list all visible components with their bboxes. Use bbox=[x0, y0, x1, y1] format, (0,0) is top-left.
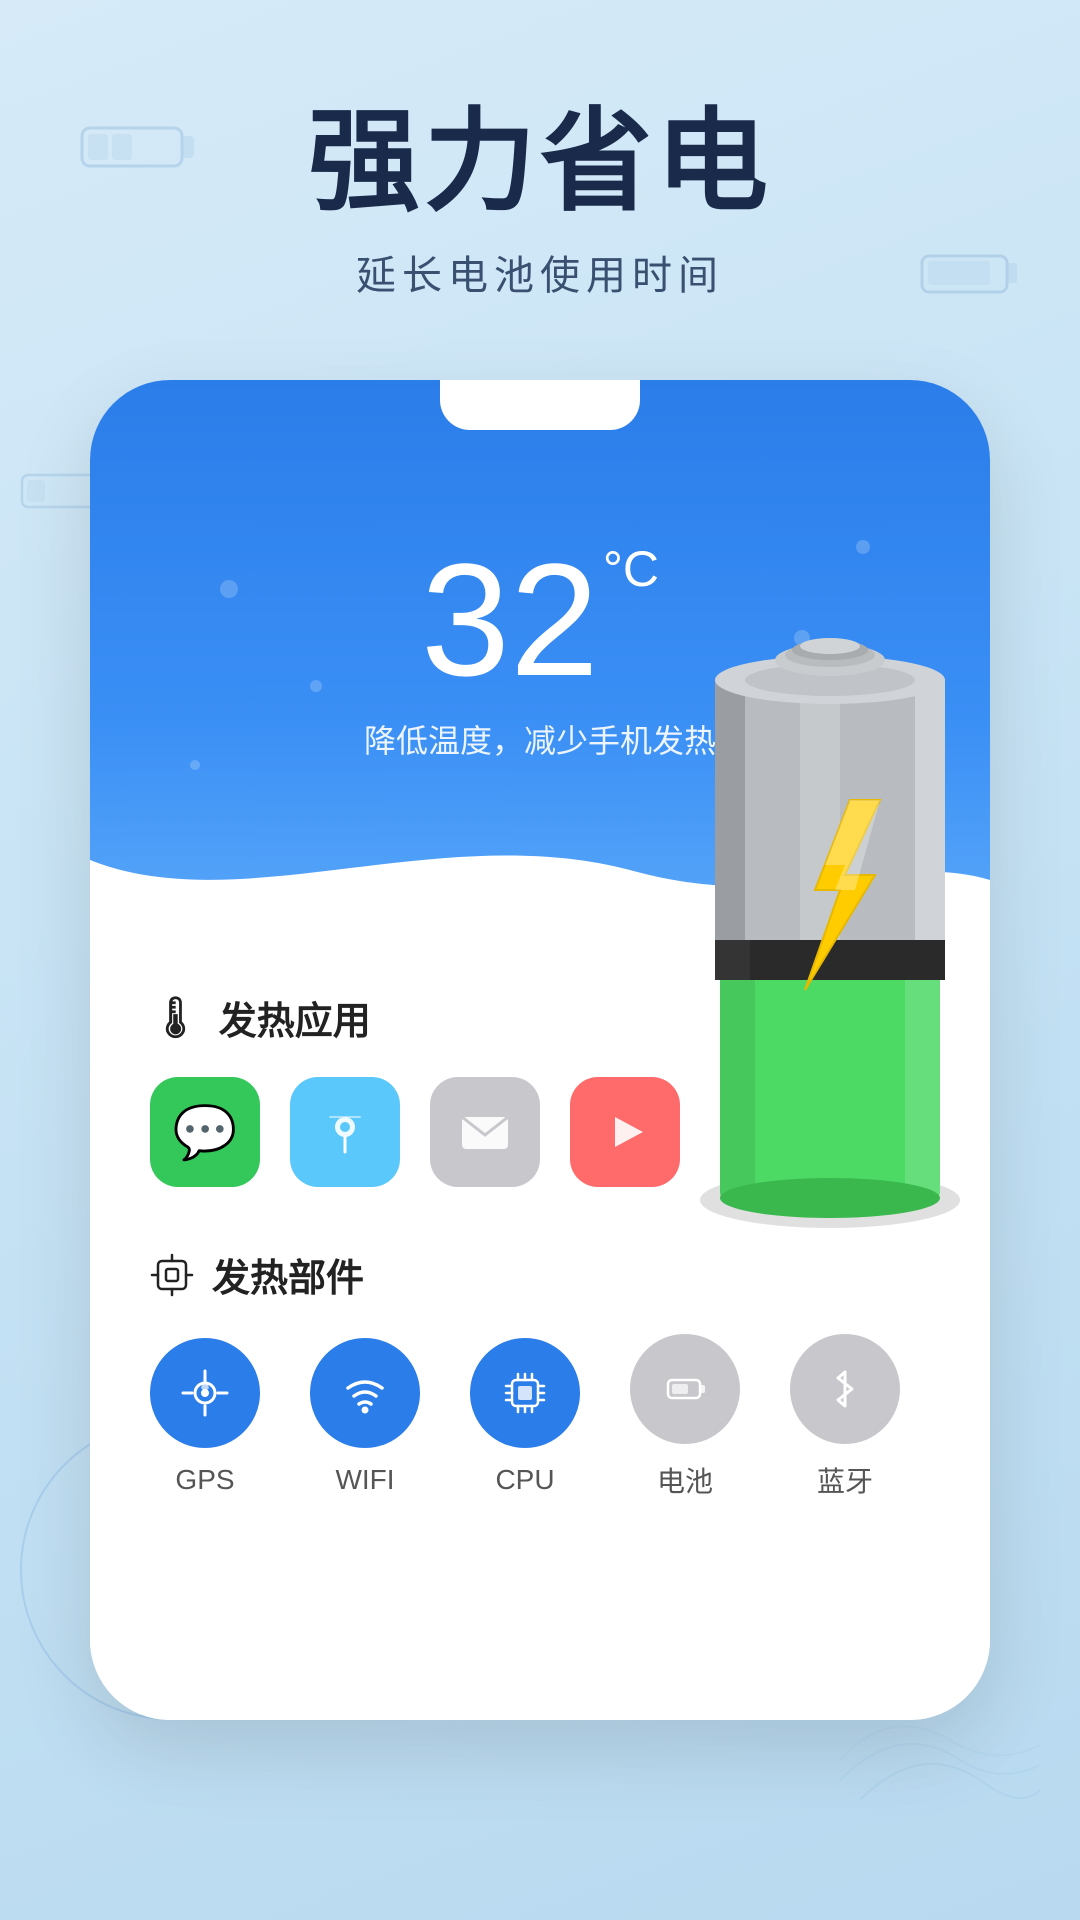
sub-title: 延长电池使用时间 bbox=[0, 243, 1080, 301]
component-gps: GPS bbox=[150, 1338, 260, 1496]
maps-icon bbox=[315, 1102, 375, 1162]
battery-label: 电池 bbox=[657, 1460, 713, 1500]
bluetooth-circle bbox=[790, 1334, 900, 1444]
phone-notch bbox=[440, 380, 640, 430]
app-icon-maps bbox=[290, 1077, 400, 1187]
gps-icon bbox=[178, 1366, 232, 1420]
hot-apps-label: 发热应用 bbox=[219, 990, 371, 1045]
component-battery: 电池 bbox=[630, 1334, 740, 1500]
cpu-icon bbox=[498, 1366, 552, 1420]
component-wifi: WIFI bbox=[310, 1338, 420, 1496]
component-bluetooth: 蓝牙 bbox=[790, 1334, 900, 1500]
gps-label: GPS bbox=[175, 1464, 234, 1496]
wifi-circle bbox=[310, 1338, 420, 1448]
battery-circle bbox=[630, 1334, 740, 1444]
wifi-icon bbox=[338, 1366, 392, 1420]
title-area: 强力省电 延长电池使用时间 bbox=[0, 100, 1080, 301]
gear-icon bbox=[150, 1253, 194, 1297]
component-cpu: CPU bbox=[470, 1338, 580, 1496]
battery-component-icon bbox=[658, 1362, 712, 1416]
bluetooth-icon bbox=[818, 1362, 872, 1416]
wifi-label: WIFI bbox=[335, 1464, 394, 1496]
hot-components-label: 发热部件 bbox=[212, 1247, 364, 1302]
cpu-circle bbox=[470, 1338, 580, 1448]
gps-circle bbox=[150, 1338, 260, 1448]
battery-3d-illustration bbox=[640, 580, 990, 1260]
phone-mockup: 32 °C 降低温度，减少手机发热 🌡 发热应用 💬 bbox=[90, 380, 990, 1720]
battery-svg bbox=[640, 580, 990, 1260]
app-icon-mail bbox=[430, 1077, 540, 1187]
temperature-value: 32 bbox=[421, 540, 599, 700]
hot-components-row: GPS WIFI bbox=[150, 1334, 930, 1500]
main-title: 强力省电 bbox=[0, 100, 1080, 223]
bluetooth-label: 蓝牙 bbox=[817, 1460, 873, 1500]
cpu-label: CPU bbox=[495, 1464, 554, 1496]
thermometer-icon: 🌡 bbox=[150, 994, 201, 1041]
mail-icon bbox=[454, 1101, 516, 1163]
app-icon-messages: 💬 bbox=[150, 1077, 260, 1187]
